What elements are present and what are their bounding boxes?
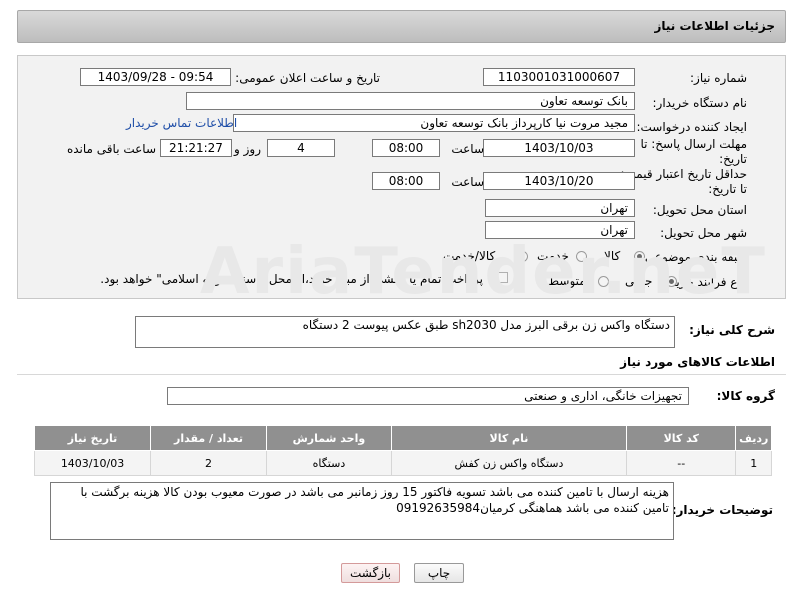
reply-deadline-time-field: 08:00	[372, 139, 440, 157]
cell-unit: دستگاه	[266, 450, 392, 476]
remaining-time-field: 21:21:27	[160, 139, 232, 157]
col-unit: واحد شمارش	[266, 425, 392, 451]
requester-field: مجید مروت نیا کارپرداز بانک توسعه تعاون	[233, 114, 635, 132]
buyer-contact-link[interactable]: اطلاعات تماس خریدار	[126, 116, 237, 130]
need-number-field: 1103001031000607	[483, 68, 635, 86]
price-validity-date-field: 1403/10/20	[483, 172, 635, 190]
goods-table: ردیف کد کالا نام کالا واحد شمارش تعداد /…	[33, 425, 772, 476]
col-item-code: کد کالا	[626, 425, 737, 451]
page-title: جزئیات اطلاعات نیاز	[654, 19, 775, 33]
cell-item-code: --	[626, 450, 737, 476]
goods-group-field: تجهیزات خانگی، اداری و صنعتی	[167, 387, 689, 405]
table-row: 1 -- دستگاه واکس زن کفش دستگاه 2 1403/10…	[33, 450, 772, 476]
cell-quantity: 2	[150, 450, 267, 476]
price-validity-label: حداقل تاریخ اعتبار قیمت: تا تاریخ:	[620, 167, 747, 196]
reply-deadline-date-field: 1403/10/03	[483, 139, 635, 157]
remaining-days-field: 4	[267, 139, 335, 157]
delivery-province-field: تهران	[485, 199, 635, 217]
back-button[interactable]: بازگشت	[341, 563, 400, 583]
remaining-time-label: ساعت باقی مانده	[66, 142, 156, 156]
buyer-notes-label: توضیحات خریدار:	[671, 503, 773, 517]
summary-label: شرح کلی نیاز:	[689, 323, 775, 337]
col-row-number: ردیف	[735, 425, 772, 451]
goods-section-title: اطلاعات کالاهای مورد نیاز	[620, 355, 775, 369]
goods-group-label: گروه کالا:	[716, 389, 775, 403]
price-validity-time-field: 08:00	[372, 172, 440, 190]
reply-deadline-label: مهلت ارسال پاسخ: تا تاریخ:	[640, 137, 747, 166]
buyer-org-field: بانک توسعه تعاون	[186, 92, 635, 110]
cell-row-number: 1	[735, 450, 772, 476]
announce-datetime-label: تاریخ و ساعت اعلان عمومی:	[235, 71, 380, 85]
need-number-label: شماره نیاز:	[690, 71, 747, 85]
remaining-days-label: روز و	[234, 142, 261, 156]
col-item-name: نام کالا	[390, 425, 628, 451]
col-need-date: تاریخ نیاز	[33, 425, 152, 451]
goods-table-header: ردیف کد کالا نام کالا واحد شمارش تعداد /…	[33, 425, 772, 451]
cell-item-name: دستگاه واکس زن کفش	[390, 450, 628, 476]
price-validity-time-label: ساعت	[451, 175, 484, 189]
requester-label: ایجاد کننده درخواست:	[636, 120, 747, 134]
cell-need-date: 1403/10/03	[33, 450, 152, 476]
page-title-bar: جزئیات اطلاعات نیاز	[17, 10, 786, 43]
buyer-notes-field: هزینه ارسال با تامین کننده می باشد تسویه…	[50, 482, 674, 540]
col-quantity: تعداد / مقدار	[150, 425, 267, 451]
watermark-logo: AriaTender.neT	[200, 235, 767, 309]
print-button[interactable]: چاپ	[414, 563, 464, 583]
reply-deadline-time-label: ساعت	[451, 142, 484, 156]
summary-field: دستگاه واکس زن برقی البرز مدل sh2030 طبق…	[135, 316, 675, 348]
delivery-province-label: استان محل تحویل:	[652, 203, 747, 217]
announce-datetime-field: 1403/09/28 - 09:54	[80, 68, 231, 86]
section-divider	[17, 374, 786, 375]
buyer-org-label: نام دستگاه خریدار:	[652, 96, 748, 110]
